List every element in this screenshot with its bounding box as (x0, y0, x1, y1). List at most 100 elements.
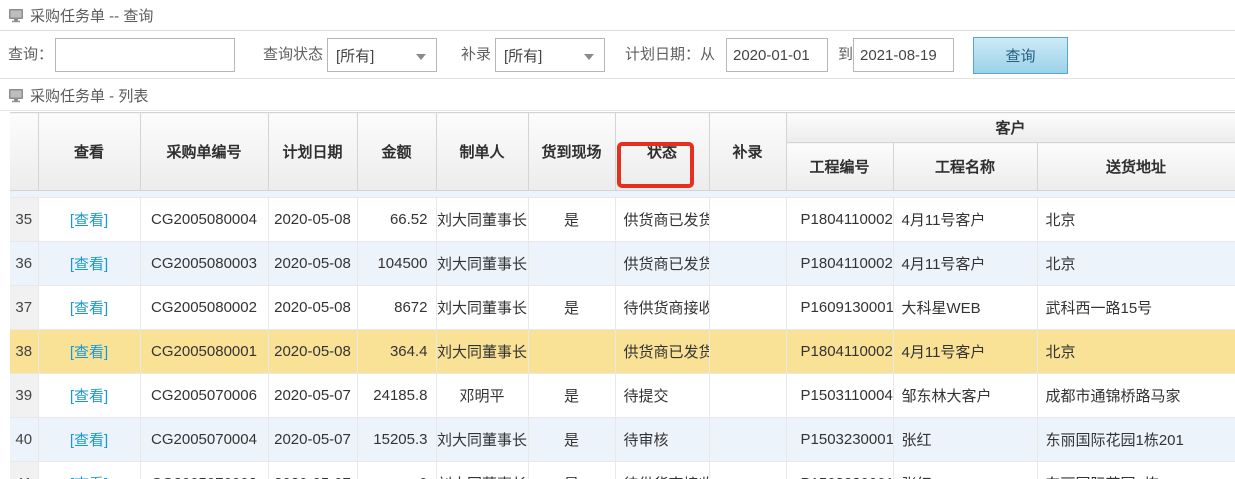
view-link[interactable]: [查看] (70, 300, 108, 317)
cell-amount: 15205.3 (357, 418, 436, 462)
cell-project-name: 4月11号客户 (893, 198, 1037, 242)
cell-amount: 24185.8 (357, 374, 436, 418)
cell-arrived-onsite (528, 242, 615, 286)
cell-supplement (709, 462, 786, 479)
header-view: 查看 (38, 113, 140, 191)
header-delivery-address: 送货地址 (1037, 143, 1235, 191)
cell-po-number: CG2005080002 (140, 286, 268, 330)
row-number: 36 (10, 242, 38, 286)
cell-project-name: 邹东林大客户 (893, 374, 1037, 418)
cell-delivery-address: 北京 (1037, 330, 1235, 374)
cell-po-number: CG2005080003 (140, 242, 268, 286)
table-row[interactable]: 36 [查看] CG20050800032020-05-08104500刘大同董事长… (10, 242, 1235, 286)
cell-status: 待审核 (615, 418, 709, 462)
chevron-down-icon (416, 54, 426, 60)
cell-project-name: 张红 (893, 418, 1037, 462)
view-link[interactable]: [查看] (70, 256, 108, 273)
date-from-input[interactable] (726, 38, 828, 72)
view-link[interactable]: [查看] (70, 432, 108, 449)
cell-project-number: P1503230001 (786, 462, 893, 479)
table-row[interactable]: 41[查看]CG20050700022020-05-070刘大同董事长是待供货商… (10, 462, 1235, 479)
cell-status: 待提交 (615, 374, 709, 418)
cell-project-number: P1804110002 (786, 198, 893, 242)
table-row[interactable]: 37[查看]CG20050800022020-05-088672刘大同董事长是待… (10, 286, 1235, 330)
cell-project-number: P1503230001 (786, 418, 893, 462)
table-row[interactable]: 35[查看]CG20050800042020-05-0866.52刘大同董事长是… (10, 198, 1235, 242)
supplement-dropdown[interactable]: [所有] (495, 38, 605, 72)
cell-delivery-address: 北京 (1037, 198, 1235, 242)
view-link[interactable]: [查看] (70, 212, 108, 229)
cell-arrived-onsite: 是 (528, 286, 615, 330)
cell-delivery-address: 东丽国际花园1栋201 (1037, 418, 1235, 462)
cell-maker: 邓明平 (436, 374, 528, 418)
row-number: 39 (10, 374, 38, 418)
cell-po-number: CG2005080001 (140, 330, 268, 374)
cell-project-number: P1804110002 (786, 242, 893, 286)
cell-maker: 刘大同董事长 (436, 286, 528, 330)
cell-supplement (709, 374, 786, 418)
table-row[interactable]: 40[查看]CG20050700042020-05-0715205.3刘大同董事… (10, 418, 1235, 462)
cell-plan-date: 2020-05-08 (268, 330, 357, 374)
cell-supplement (709, 330, 786, 374)
monitor-icon (8, 7, 24, 23)
query-status-label: 查询状态 (263, 31, 323, 79)
header-row-number (10, 113, 38, 191)
plan-date-label: 计划日期：从 (625, 31, 715, 79)
cell-amount: 104500 (357, 242, 436, 286)
cell-plan-date: 2020-05-08 (268, 286, 357, 330)
cell-supplement (709, 198, 786, 242)
cell-delivery-address: 成都市通锦桥路马家 (1037, 374, 1235, 418)
cell-status: 待供货商接收 (615, 286, 709, 330)
purchase-task-table: 查看 采购单编号 计划日期 金额 制单人 货到现场 状态 补录 客户 工程编号 … (10, 112, 1235, 479)
cell-arrived-onsite: 是 (528, 374, 615, 418)
cell-amount: 66.52 (357, 198, 436, 242)
cell-delivery-address: 武科西一路15号 (1037, 286, 1235, 330)
keyword-input[interactable] (55, 38, 235, 72)
cell-project-name: 大科星WEB (893, 286, 1037, 330)
cell-arrived-onsite: 是 (528, 418, 615, 462)
cell-supplement (709, 286, 786, 330)
cell-status: 供货商已发货 (615, 330, 709, 374)
table-row[interactable]: 38[查看]CG20050800012020-05-08364.4刘大同董事长供… (10, 330, 1235, 374)
cell-maker: 刘大同董事长 (436, 330, 528, 374)
cell-po-number: CG2005070004 (140, 418, 268, 462)
header-customer-group: 客户 (786, 113, 1235, 143)
row-number: 41 (10, 462, 38, 479)
query-status-dropdown[interactable]: [所有] (327, 38, 437, 72)
list-title: 采购任务单 - 列表 (30, 85, 148, 106)
view-link[interactable]: [查看] (70, 388, 108, 405)
row-number: 35 (10, 198, 38, 242)
cell-delivery-address: 东丽国际花园1栋201 (1037, 462, 1235, 479)
view-cell: [查看] (38, 242, 140, 286)
view-cell: [查看] (38, 330, 140, 374)
search-button[interactable]: 查询 (973, 37, 1068, 74)
cell-project-name: 4月11号客户 (893, 330, 1037, 374)
cell-delivery-address: 北京 (1037, 242, 1235, 286)
cell-supplement (709, 418, 786, 462)
header-status: 状态 (615, 113, 709, 191)
cell-maker: 刘大同董事长 (436, 418, 528, 462)
cell-project-name: 4月11号客户 (893, 242, 1037, 286)
cell-plan-date: 2020-05-08 (268, 242, 357, 286)
cell-po-number: CG2005070002 (140, 462, 268, 479)
view-link[interactable]: [查看] (70, 344, 108, 361)
row-number: 38 (10, 330, 38, 374)
cell-maker: 刘大同董事长 (436, 198, 528, 242)
supplement-label: 补录 (461, 31, 491, 79)
view-cell: [查看] (38, 286, 140, 330)
supplement-value: [所有] (504, 45, 542, 66)
cell-maker: 刘大同董事长 (436, 462, 528, 479)
monitor-icon (8, 87, 24, 103)
header-project-number: 工程编号 (786, 143, 893, 191)
cell-arrived-onsite: 是 (528, 198, 615, 242)
header-amount: 金额 (357, 113, 436, 191)
table-row[interactable]: 39 [查看] CG20050700062020-05-0724185.8邓明平是待… (10, 374, 1235, 418)
cell-plan-date: 2020-05-07 (268, 418, 357, 462)
cell-plan-date: 2020-05-07 (268, 374, 357, 418)
cell-po-number: CG2005070006 (140, 374, 268, 418)
cell-arrived-onsite (528, 330, 615, 374)
chevron-down-icon (584, 54, 594, 60)
cell-maker: 刘大同董事长 (436, 242, 528, 286)
page-title: 采购任务单 -- 查询 (30, 5, 153, 26)
date-to-input[interactable] (853, 38, 954, 72)
